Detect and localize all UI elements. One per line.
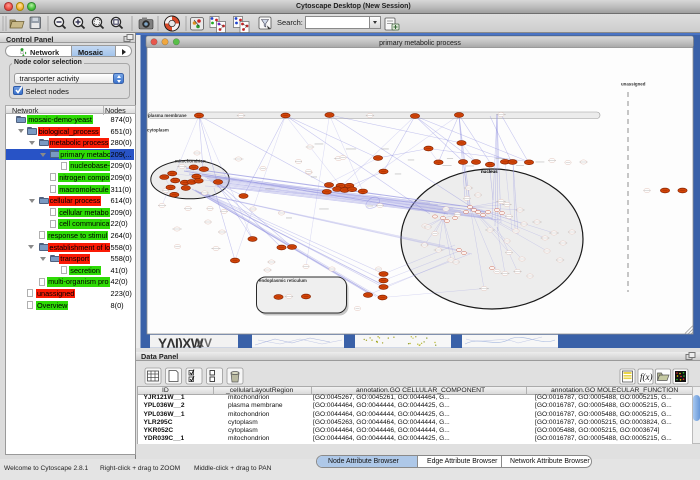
svg-text:primary metabolic process: primary metabolic process (379, 40, 461, 47)
svg-text:cytoplasm: cytoplasm (147, 128, 169, 133)
svg-text:nucleus: nucleus (481, 169, 498, 174)
svg-text:XV: XV (196, 336, 212, 348)
svg-text:unassigned: unassigned (621, 82, 646, 87)
svg-text:endoplasmic reticulum: endoplasmic reticulum (259, 278, 307, 283)
svg-text:plasma membrane: plasma membrane (148, 113, 187, 118)
svg-text:f(x): f(x) (640, 372, 653, 382)
